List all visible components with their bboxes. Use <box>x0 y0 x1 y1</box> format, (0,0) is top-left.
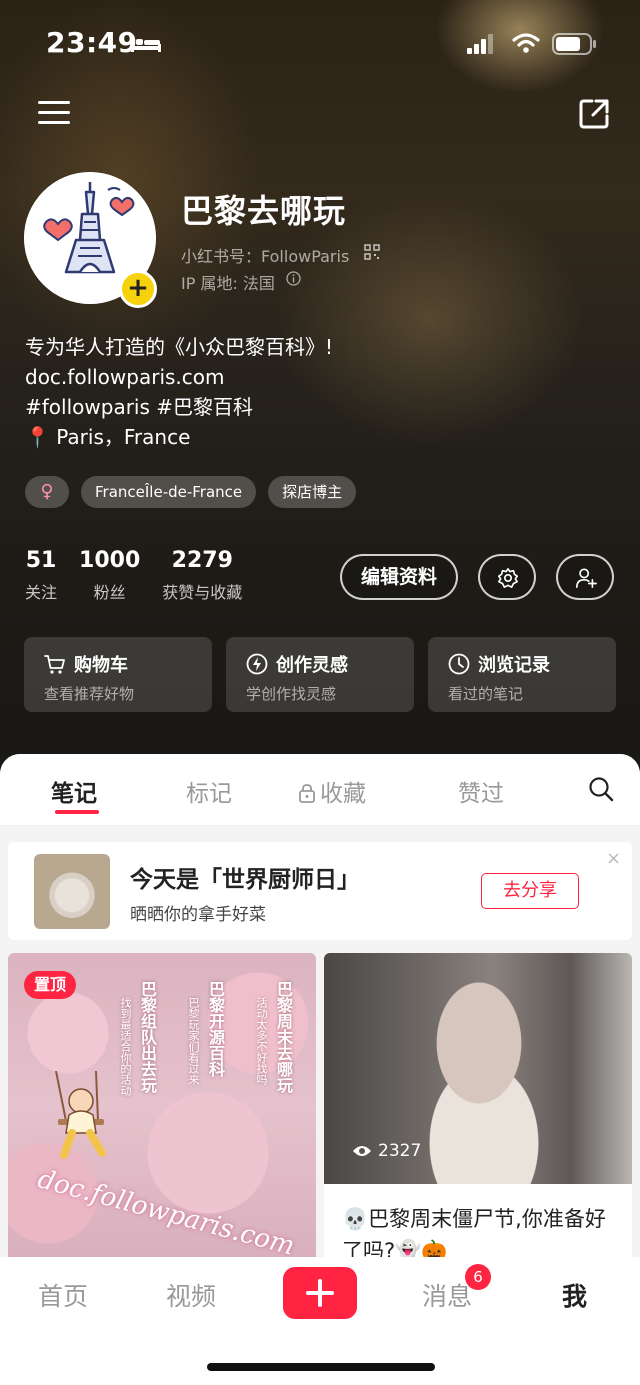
bio-location: 📍 Paris，France <box>25 422 333 452</box>
stat-followers[interactable]: 1000 粉丝 <box>79 548 140 603</box>
note-watermark: doc.followparis.com <box>34 1164 298 1262</box>
stat-following[interactable]: 51 关注 <box>25 548 57 603</box>
promo-share-button[interactable]: 去分享 <box>481 873 579 909</box>
stat-label: 粉丝 <box>93 583 126 602</box>
red-id: 小红书号：FollowParis <box>181 247 350 266</box>
battery-icon <box>552 33 596 55</box>
female-gender-icon: ♀ <box>25 476 69 508</box>
messages-badge: 6 <box>465 1264 491 1290</box>
nav-video[interactable]: 视频 <box>166 1277 216 1313</box>
promo-title: 今天是「世界厨师日」 <box>130 867 360 893</box>
plus-icon <box>306 1279 334 1307</box>
nav-messages[interactable]: 消息 <box>422 1277 472 1313</box>
tab-label: 收藏 <box>320 781 366 807</box>
bio-line: 专为华人打造的《小众巴黎百科》! <box>25 335 334 359</box>
card-subtitle: 学创作找灵感 <box>246 685 337 703</box>
create-post-button[interactable] <box>283 1267 357 1319</box>
note-title: 💀巴黎周末僵尸节,你准备好了吗?👻🎃 <box>342 1207 606 1263</box>
status-time: 23:49 <box>46 26 138 59</box>
note-cover-subtext: 巴黎玩家们看过来 <box>187 997 200 1085</box>
bolt-icon <box>246 653 268 675</box>
nav-me[interactable]: 我 <box>562 1277 587 1313</box>
stat-label: 关注 <box>25 583 58 602</box>
note-cover-subtext: 活动太多不好找吗 <box>255 997 268 1085</box>
bio-location-text: Paris，France <box>56 425 191 449</box>
feature-cards: 购物车 查看推荐好物 创作灵感 学创作找灵感 浏览记录 看过的笔记 <box>24 637 616 712</box>
note-cover-text: 巴黎开源百科 <box>206 981 225 1077</box>
stat-number: 1000 <box>79 548 141 573</box>
stat-number: 2279 <box>171 548 233 573</box>
card-title: 购物车 <box>74 655 128 676</box>
pinned-badge: 置顶 <box>24 971 77 999</box>
card-shopping-cart[interactable]: 购物车 查看推荐好物 <box>24 637 212 712</box>
home-indicator <box>207 1363 435 1371</box>
card-inspiration[interactable]: 创作灵感 学创作找灵感 <box>226 637 414 712</box>
tab-notes[interactable]: 笔记 <box>51 774 97 808</box>
view-count: 2327 <box>352 1141 421 1161</box>
card-title: 创作灵感 <box>276 655 348 676</box>
stat-label: 获赞与收藏 <box>162 583 243 602</box>
status-bar: 23:49 <box>0 22 640 62</box>
tag-location: FranceÎle-de-France <box>81 476 257 508</box>
clock-icon <box>448 653 470 675</box>
bio-link[interactable]: doc.followparis.com <box>25 362 333 392</box>
active-tab-indicator <box>55 810 99 814</box>
share-icon[interactable] <box>576 96 612 132</box>
qr-code-icon[interactable] <box>364 244 380 260</box>
profile-tags: ♀ FranceÎle-de-France 探店博主 <box>25 476 357 508</box>
tab-marks[interactable]: 标记 <box>186 774 232 808</box>
stat-likes-collects[interactable]: 2279 获赞与收藏 <box>162 548 242 603</box>
profile-name: 巴黎去哪玩 <box>181 192 347 230</box>
search-icon[interactable] <box>588 776 614 802</box>
location-pin-icon: 📍 <box>25 425 50 449</box>
profile-bio: 专为华人打造的《小众巴黎百科》! doc.followparis.com #fo… <box>25 332 333 452</box>
lock-icon <box>299 784 315 803</box>
tag-creator-type: 探店博主 <box>268 476 357 508</box>
stat-number: 51 <box>25 548 57 573</box>
edit-profile-button[interactable]: 编辑资料 <box>340 554 458 600</box>
add-user-icon <box>576 568 597 588</box>
add-friend-button[interactable] <box>556 554 614 600</box>
tab-liked[interactable]: 赞过 <box>458 774 504 808</box>
cart-icon <box>44 655 65 674</box>
profile-tabs: 笔记 标记 收藏 赞过 <box>0 754 640 826</box>
note-card-zombie-walk[interactable]: 2327 💀巴黎周末僵尸节,你准备好了吗?👻🎃 <box>324 953 632 1263</box>
card-subtitle: 看过的笔记 <box>448 685 524 703</box>
view-count-number: 2327 <box>378 1141 422 1161</box>
cellular-signal-icon <box>467 34 493 54</box>
info-icon[interactable] <box>286 271 301 286</box>
card-history[interactable]: 浏览记录 看过的笔记 <box>428 637 616 712</box>
tab-collections[interactable]: 收藏 <box>298 774 366 808</box>
promo-subtitle: 晒晒你的拿手好菜 <box>130 905 266 925</box>
bottom-navigation: 首页 视频 消息 6 我 <box>0 1257 640 1385</box>
profile-stats: 51 关注 1000 粉丝 2279 获赞与收藏 <box>25 548 242 603</box>
gear-icon <box>498 568 518 588</box>
note-card-pinned[interactable]: 置顶 巴黎周末去哪玩 活动太多不好找吗 巴黎开源百科 巴黎玩家们看过来 巴黎组队… <box>8 953 316 1263</box>
card-title: 浏览记录 <box>478 655 550 676</box>
swing-child-illustration <box>55 1071 106 1159</box>
note-cover-text: 巴黎周末去哪玩 <box>274 981 293 1093</box>
sleep-mode-icon <box>131 36 161 52</box>
avatar-add-button[interactable]: + <box>119 270 157 308</box>
card-subtitle: 查看推荐好物 <box>44 685 135 703</box>
eye-icon <box>353 1146 371 1156</box>
bio-hashtags[interactable]: #followparis #巴黎百科 <box>25 392 333 422</box>
settings-button[interactable] <box>478 554 536 600</box>
hamburger-menu-icon[interactable] <box>36 98 72 128</box>
promo-banner[interactable]: 今天是「世界厨师日」 晒晒你的拿手好菜 去分享 × <box>8 842 632 940</box>
wifi-icon <box>512 33 540 53</box>
ip-location: IP 属地: 法国 <box>181 274 275 293</box>
close-icon[interactable]: × <box>606 848 621 869</box>
promo-dish-image <box>34 854 110 929</box>
nav-home[interactable]: 首页 <box>38 1277 88 1313</box>
